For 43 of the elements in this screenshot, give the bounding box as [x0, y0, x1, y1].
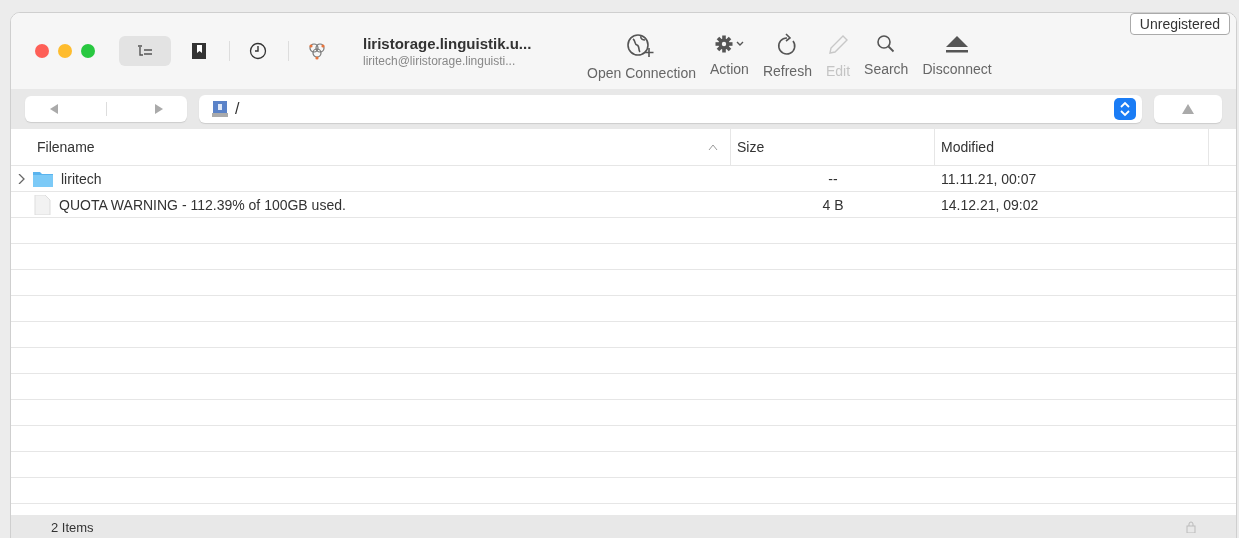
path-text: / — [235, 100, 241, 118]
forward-icon — [153, 104, 164, 114]
document-icon — [33, 194, 51, 215]
drive-icon — [211, 100, 229, 118]
pencil-icon — [826, 33, 850, 57]
clock-icon — [249, 42, 267, 60]
filename-text: liritech — [61, 170, 102, 187]
toolbar-button[interactable]: Disconnect — [922, 33, 992, 81]
account-subtitle: liritech@liristorage.linguisti... — [363, 53, 517, 68]
disclosure-icon[interactable] — [17, 173, 25, 184]
gear-icon — [713, 33, 746, 55]
column-header[interactable]: Size — [731, 129, 935, 166]
up-icon — [1182, 104, 1194, 114]
size-text: -- — [828, 170, 838, 187]
toolbar-button[interactable]: Action — [709, 33, 749, 81]
filename-text: QUOTA WARNING - 112.39% of 100GB used. — [59, 196, 346, 213]
modified-text: 14.12.21, 09:02 — [941, 196, 1039, 213]
zoom-button[interactable] — [81, 44, 95, 58]
path-selector[interactable]: / — [199, 95, 1142, 123]
column-header[interactable]: Modified — [935, 129, 1209, 166]
stepper-icon — [1114, 98, 1136, 120]
bookmark-icon — [191, 42, 207, 60]
modified-text: 11.11.21, 00:07 — [941, 170, 1037, 187]
outline-view-icon — [137, 44, 153, 58]
sort-ascending-icon — [708, 144, 718, 150]
parent-folder-button[interactable] — [1154, 95, 1222, 123]
minimize-button[interactable] — [58, 44, 72, 58]
size-text: 4 B — [822, 196, 844, 213]
item-count: 2 Items — [51, 519, 94, 535]
lock-icon — [1186, 521, 1196, 533]
close-button[interactable] — [35, 44, 49, 58]
network-node-icon — [307, 41, 327, 61]
column-header[interactable]: Filename — [31, 129, 731, 166]
toolbar-button[interactable]: Open Connection — [587, 33, 696, 81]
unregistered-badge: Unregistered — [1129, 13, 1230, 35]
toolbar-button[interactable]: Search — [864, 33, 909, 81]
toolbar-button[interactable]: Refresh — [762, 33, 812, 81]
globe-plus-icon — [626, 33, 657, 59]
eject-icon — [944, 33, 971, 55]
folder-icon — [33, 170, 53, 187]
view-toggle[interactable] — [119, 36, 171, 66]
back-icon — [48, 104, 59, 114]
server-title: liristorage.linguistik.u... — [363, 34, 533, 52]
